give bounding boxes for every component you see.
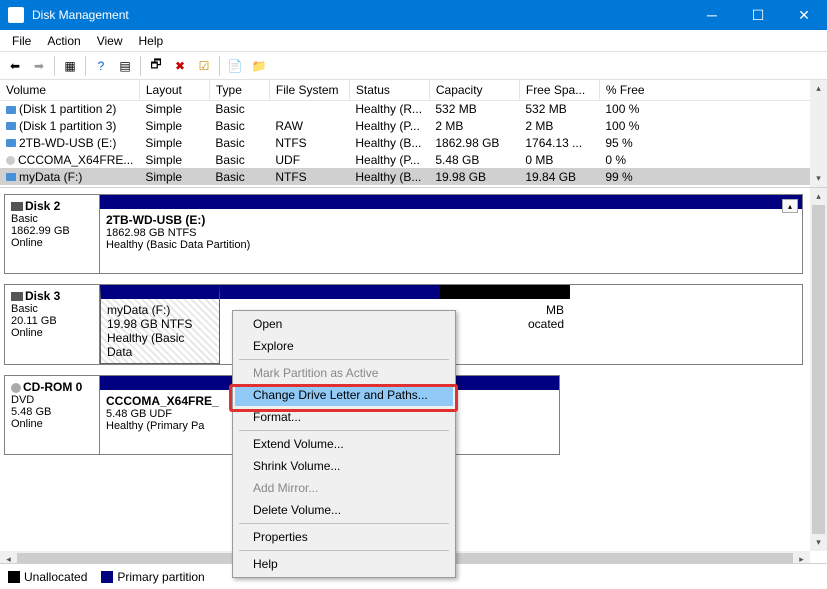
- table-row[interactable]: 2TB-WD-USB (E:)SimpleBasicNTFSHealthy (B…: [0, 134, 827, 151]
- table-header-row[interactable]: Volume Layout Type File System Status Ca…: [0, 80, 827, 100]
- ctx-shrink-volume[interactable]: Shrink Volume...: [235, 455, 453, 477]
- context-menu: Open Explore Mark Partition as Active Ch…: [232, 310, 456, 578]
- disk-icon: [11, 292, 23, 301]
- menu-help[interactable]: Help: [131, 32, 172, 50]
- disk-row-disk2: Disk 2 Basic 1862.99 GB Online ▴ 2TB-WD-…: [4, 194, 803, 274]
- table-row[interactable]: CCCOMA_X64FRE...SimpleBasicUDFHealthy (P…: [0, 151, 827, 168]
- cdrom-info[interactable]: CD-ROM 0 DVD 5.48 GB Online: [4, 375, 100, 455]
- table-row[interactable]: (Disk 1 partition 2)SimpleBasicHealthy (…: [0, 100, 827, 117]
- disk2-partition[interactable]: ▴ 2TB-WD-USB (E:) 1862.98 GB NTFS Health…: [100, 194, 803, 274]
- legend-primary-swatch: [101, 571, 113, 583]
- disk3-mydata-partition[interactable]: myData (F:) 19.98 GB NTFS Healthy (Basic…: [100, 285, 220, 364]
- ctx-mark-active: Mark Partition as Active: [235, 362, 453, 384]
- ctx-extend-volume[interactable]: Extend Volume...: [235, 433, 453, 455]
- toolbar-grid-icon[interactable]: ▦: [59, 55, 81, 77]
- disk3-info[interactable]: Disk 3 Basic 20.11 GB Online: [4, 284, 100, 365]
- app-icon: [8, 7, 24, 23]
- titlebar[interactable]: Disk Management ─ ☐ ✕: [0, 0, 827, 30]
- col-fs[interactable]: File System: [269, 80, 349, 100]
- table-row[interactable]: myData (F:)SimpleBasicNTFSHealthy (B...1…: [0, 168, 827, 185]
- menu-action[interactable]: Action: [39, 32, 88, 50]
- col-volume[interactable]: Volume: [0, 80, 139, 100]
- refresh-icon[interactable]: 🗗: [145, 55, 167, 77]
- close-button[interactable]: ✕: [781, 0, 827, 30]
- ctx-open[interactable]: Open: [235, 313, 453, 335]
- disks-scrollbar-v[interactable]: ▴▾: [810, 188, 827, 551]
- ctx-help[interactable]: Help: [235, 553, 453, 575]
- ctx-change-drive-letter[interactable]: Change Drive Letter and Paths...: [235, 384, 453, 406]
- toolbar: ⬅ ➡ ▦ ? ▤ 🗗 ✖ ☑ 📄 📁: [0, 52, 827, 80]
- minimize-button[interactable]: ─: [689, 0, 735, 30]
- col-capacity[interactable]: Capacity: [429, 80, 519, 100]
- disk2-info[interactable]: Disk 2 Basic 1862.99 GB Online: [4, 194, 100, 274]
- delete-icon[interactable]: ✖: [169, 55, 191, 77]
- col-type[interactable]: Type: [209, 80, 269, 100]
- back-button[interactable]: ⬅: [4, 55, 26, 77]
- col-free[interactable]: Free Spa...: [519, 80, 599, 100]
- table-row[interactable]: (Disk 1 partition 3)SimpleBasicRAWHealth…: [0, 117, 827, 134]
- menubar: File Action View Help: [0, 30, 827, 52]
- window-title: Disk Management: [32, 8, 689, 22]
- menu-view[interactable]: View: [89, 32, 131, 50]
- table-scrollbar[interactable]: ▴▾: [810, 80, 827, 187]
- ctx-format[interactable]: Format...: [235, 406, 453, 428]
- ctx-properties[interactable]: Properties: [235, 526, 453, 548]
- toolbar-action1-icon[interactable]: 📄: [224, 55, 246, 77]
- disk-icon: [11, 202, 23, 211]
- col-status[interactable]: Status: [349, 80, 429, 100]
- help-icon[interactable]: ?: [90, 55, 112, 77]
- forward-button[interactable]: ➡: [28, 55, 50, 77]
- cd-icon: [11, 383, 21, 393]
- ctx-add-mirror: Add Mirror...: [235, 477, 453, 499]
- toolbar-action2-icon[interactable]: 📁: [248, 55, 270, 77]
- collapse-button[interactable]: ▴: [782, 199, 798, 213]
- toolbar-list-icon[interactable]: ▤: [114, 55, 136, 77]
- volume-table: ▴▾ Volume Layout Type File System Status…: [0, 80, 827, 188]
- menu-file[interactable]: File: [4, 32, 39, 50]
- col-layout[interactable]: Layout: [139, 80, 209, 100]
- legend-unallocated-label: Unallocated: [24, 570, 87, 584]
- check-icon[interactable]: ☑: [193, 55, 215, 77]
- legend-primary-label: Primary partition: [117, 570, 204, 584]
- maximize-button[interactable]: ☐: [735, 0, 781, 30]
- legend-unallocated-swatch: [8, 571, 20, 583]
- ctx-delete-volume[interactable]: Delete Volume...: [235, 499, 453, 521]
- col-pct[interactable]: % Free: [599, 80, 827, 100]
- ctx-explore[interactable]: Explore: [235, 335, 453, 357]
